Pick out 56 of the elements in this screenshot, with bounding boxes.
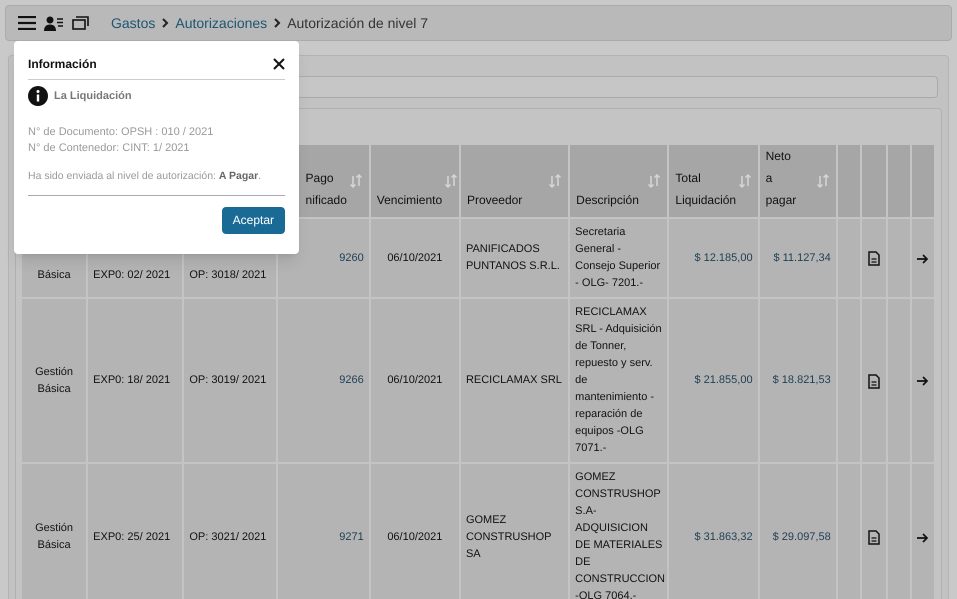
header-text: Vencimiento bbox=[376, 192, 442, 209]
dialog-subtitle: La Liquidación bbox=[54, 88, 132, 104]
table-cell: $ 31.863,32 bbox=[669, 464, 758, 599]
column-header[interactable]: Proveedor bbox=[460, 145, 568, 217]
header-text: Proveedor bbox=[466, 192, 522, 209]
table-cell: GOMEZ CONSTRUSHOP S.A- ADQUISICION DE MATERIALES DE CONSTRUCCION -OLG 7064.- bbox=[570, 464, 668, 599]
close-icon[interactable] bbox=[273, 58, 285, 70]
header-text: Descripción bbox=[576, 192, 639, 209]
arrow-right-icon[interactable] bbox=[916, 252, 930, 265]
chevron-icon bbox=[273, 18, 282, 28]
breadcrumb-current: Autorización de nivel 7 bbox=[287, 14, 428, 32]
dialog-title: Información bbox=[28, 56, 97, 73]
table-cell: $ 21.855,00 bbox=[669, 299, 758, 462]
table-cell: OP: 3019/ 2021 bbox=[184, 299, 276, 462]
user-list-icon[interactable] bbox=[44, 16, 64, 30]
column-header[interactable]: Descripción bbox=[570, 145, 668, 217]
table-cell: 9271 bbox=[278, 464, 369, 599]
header-text: Neto a pagar bbox=[766, 148, 796, 209]
table-cell: $ 12.185,00 bbox=[669, 219, 758, 297]
menu-icon[interactable] bbox=[18, 16, 36, 30]
document-info: N° de Contenedor: CINT: 1/ 2021 bbox=[28, 141, 191, 156]
breadcrumb-link[interactable]: Gastos bbox=[111, 12, 156, 34]
accept-button[interactable]: Aceptar bbox=[222, 206, 285, 234]
table-cell: 9266 bbox=[278, 299, 369, 462]
arrow-right-icon[interactable] bbox=[916, 532, 930, 544]
table-cell: GOMEZ CONSTRUSHOP SA bbox=[460, 464, 568, 599]
table-cell: Secretaria General - Consejo Superior - OLG- 7201.- bbox=[570, 219, 668, 297]
table-cell: $ 11.127,34 bbox=[760, 219, 836, 297]
table-cell: PANIFICADOS PUNTANOS S.R.L. bbox=[460, 219, 568, 297]
table-cell: $ 18.821,53 bbox=[760, 299, 836, 462]
windows-icon[interactable] bbox=[72, 16, 89, 30]
table-cell: 06/10/2021 bbox=[370, 299, 459, 462]
table-cell: RECICLAMAX SRL bbox=[460, 299, 568, 462]
chevron-icon bbox=[161, 18, 170, 28]
dialog-message: Ha sido enviada al nivel de autorización: A Pagar. bbox=[28, 169, 285, 196]
arrow-right-icon[interactable] bbox=[916, 375, 930, 388]
table-cell: Gestión Básica bbox=[22, 464, 86, 599]
info-icon bbox=[28, 86, 48, 106]
document-info: N° de Documento: OPSH : 010 / 2021 bbox=[28, 125, 214, 140]
table-cell: $ 29.097,58 bbox=[760, 464, 836, 599]
table-cell: EXP0: 25/ 2021 bbox=[88, 464, 182, 599]
column-header[interactable]: Vencimiento bbox=[370, 145, 459, 217]
table-cell: Gestión Básica bbox=[22, 299, 86, 462]
table-cell: 06/10/2021 bbox=[370, 219, 459, 297]
table-cell: EXP0: 18/ 2021 bbox=[88, 299, 182, 462]
breadcrumb-link[interactable]: Autorizaciones bbox=[175, 12, 268, 34]
table-cell: 06/10/2021 bbox=[370, 464, 459, 599]
column-header[interactable]: Neto a pagar bbox=[760, 145, 836, 217]
header-text: Pago nificado bbox=[306, 170, 347, 209]
table-cell: OP: 3021/ 2021 bbox=[184, 464, 276, 599]
column-header[interactable]: Total Liquidación bbox=[669, 145, 758, 217]
header-text: Total Liquidación bbox=[675, 170, 736, 209]
document-icon[interactable] bbox=[868, 530, 880, 546]
document-icon[interactable] bbox=[868, 374, 880, 389]
table-cell: RECICLAMAX SRL - Adquisición de Tonner, repuesto y serv. de mantenimiento - reparación de equipos -OLG 7071.- bbox=[570, 299, 668, 462]
document-icon[interactable] bbox=[868, 251, 880, 266]
